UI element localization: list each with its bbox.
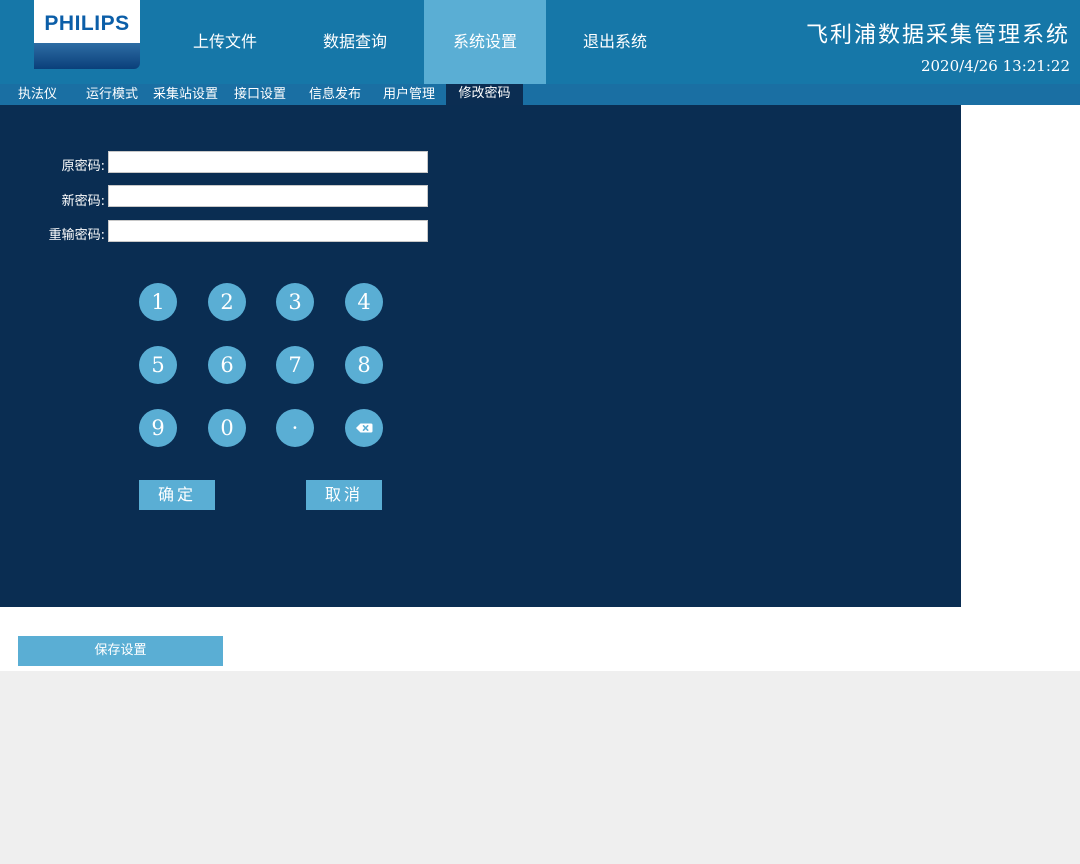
old-password-input[interactable] bbox=[108, 151, 428, 173]
save-settings-button[interactable]: 保存设置 bbox=[18, 636, 223, 666]
keypad-key-9[interactable]: 9 bbox=[139, 409, 177, 447]
philips-logo: PHILIPS bbox=[34, 0, 140, 69]
nav-exit-system[interactable]: 退出系统 bbox=[550, 0, 680, 84]
cancel-button[interactable]: 取消 bbox=[306, 480, 382, 510]
app-title: 飞利浦数据采集管理系统 bbox=[805, 23, 1070, 48]
new-password-label: 新密码: bbox=[61, 194, 105, 209]
keypad-key-dot[interactable]: · bbox=[276, 409, 314, 447]
old-password-label: 原密码: bbox=[61, 159, 105, 174]
nav-system-settings[interactable]: 系统设置 bbox=[424, 0, 546, 84]
logo-text: PHILIPS bbox=[44, 12, 130, 35]
top-header: PHILIPS 上传文件 数据查询 系统设置 退出系统 飞利浦数据采集管理系统 … bbox=[0, 0, 1080, 84]
keypad-key-2[interactable]: 2 bbox=[208, 283, 246, 321]
confirm-button[interactable]: 确定 bbox=[139, 480, 215, 510]
footer-actions: 保存设置 bbox=[0, 607, 1080, 671]
nav-data-query[interactable]: 数据查询 bbox=[290, 0, 420, 84]
nav-label: 退出系统 bbox=[582, 32, 647, 51]
new-password-input[interactable] bbox=[108, 185, 428, 207]
keypad-key-5[interactable]: 5 bbox=[139, 346, 177, 384]
keypad-key-0[interactable]: 0 bbox=[208, 409, 246, 447]
repeat-password-input[interactable] bbox=[108, 220, 428, 242]
keypad-key-4[interactable]: 4 bbox=[345, 283, 383, 321]
subnav-item-info-publish[interactable]: 信息发布 bbox=[309, 84, 361, 105]
nav-label: 数据查询 bbox=[322, 32, 387, 51]
change-password-panel: 原密码: 新密码: 重输密码: 1 2 3 4 5 6 7 8 9 0 · 确定… bbox=[0, 105, 961, 607]
subnav-item-interface-settings[interactable]: 接口设置 bbox=[234, 84, 286, 105]
settings-subnav: 执法仪 运行模式 采集站设置 接口设置 信息发布 用户管理 修改密码 bbox=[0, 84, 1080, 105]
keypad-key-1[interactable]: 1 bbox=[139, 283, 177, 321]
subnav-item-change-password[interactable]: 修改密码 bbox=[446, 84, 523, 105]
subnav-item-station-settings[interactable]: 采集站设置 bbox=[153, 84, 218, 105]
nav-upload-files[interactable]: 上传文件 bbox=[160, 0, 290, 84]
right-blank-area bbox=[961, 105, 1080, 607]
subnav-item-user-management[interactable]: 用户管理 bbox=[383, 84, 435, 105]
nav-label: 系统设置 bbox=[452, 32, 517, 51]
nav-label: 上传文件 bbox=[192, 32, 257, 51]
backspace-icon bbox=[356, 423, 373, 433]
keypad-key-8[interactable]: 8 bbox=[345, 346, 383, 384]
subnav-item-recorder[interactable]: 执法仪 bbox=[18, 84, 57, 105]
keypad-backspace-button[interactable] bbox=[345, 409, 383, 447]
keypad-key-3[interactable]: 3 bbox=[276, 283, 314, 321]
keypad-key-6[interactable]: 6 bbox=[208, 346, 246, 384]
repeat-password-label: 重输密码: bbox=[48, 228, 105, 243]
subnav-item-run-mode[interactable]: 运行模式 bbox=[86, 84, 138, 105]
keypad-key-7[interactable]: 7 bbox=[276, 346, 314, 384]
datetime-display: 2020/4/26 13:21:22 bbox=[920, 57, 1070, 75]
